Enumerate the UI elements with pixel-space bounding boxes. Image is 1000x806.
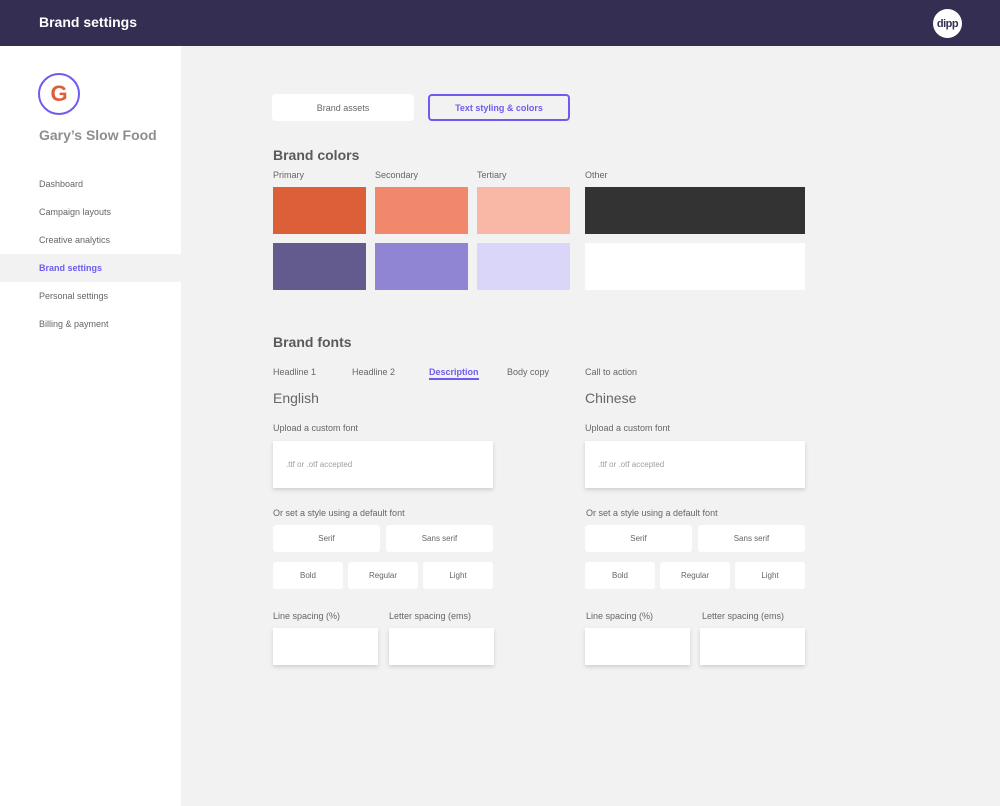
dipp-logo-icon[interactable]: dipp — [933, 9, 962, 38]
chinese-default-font-label: Or set a style using a default font — [586, 508, 718, 518]
tab-text-styling-colors[interactable]: Text styling & colors — [428, 94, 570, 121]
chinese-serif-button[interactable]: Serif — [585, 525, 692, 552]
swatch-tertiary-2[interactable] — [477, 243, 570, 290]
font-tab-headline-1[interactable]: Headline 1 — [273, 367, 316, 377]
chinese-bold-button[interactable]: Bold — [585, 562, 655, 589]
english-sans-serif-button[interactable]: Sans serif — [386, 525, 493, 552]
color-label-other: Other — [585, 170, 608, 180]
english-line-spacing-input[interactable] — [273, 628, 378, 665]
english-light-button[interactable]: Light — [423, 562, 493, 589]
sidebar-item-dashboard[interactable]: Dashboard — [0, 170, 181, 198]
company-name: Gary’s Slow Food — [39, 127, 157, 143]
sidebar: G Gary’s Slow Food Dashboard Campaign la… — [0, 46, 181, 806]
chinese-letter-spacing-input[interactable] — [700, 628, 805, 665]
font-tab-call-to-action[interactable]: Call to action — [585, 367, 637, 377]
english-upload-font-input[interactable]: .ttf or .otf accepted — [273, 441, 493, 488]
swatch-primary-2[interactable] — [273, 243, 366, 290]
sidebar-nav: Dashboard Campaign layouts Creative anal… — [0, 170, 181, 338]
chinese-upload-font-input[interactable]: .ttf or .otf accepted — [585, 441, 805, 488]
main-content: Brand assets Text styling & colors Brand… — [181, 46, 1000, 806]
font-tab-headline-2[interactable]: Headline 2 — [352, 367, 395, 377]
english-bold-button[interactable]: Bold — [273, 562, 343, 589]
chinese-line-spacing-label: Line spacing (%) — [586, 611, 654, 621]
english-default-font-label: Or set a style using a default font — [273, 508, 405, 518]
company-logo-icon: G — [50, 81, 68, 106]
english-upload-label: Upload a custom font — [273, 423, 359, 433]
brand-fonts-title: Brand fonts — [273, 334, 352, 350]
sidebar-item-campaign-layouts[interactable]: Campaign layouts — [0, 198, 181, 226]
brand-colors-title: Brand colors — [273, 147, 360, 163]
top-bar: Brand settings dipp — [0, 0, 1000, 46]
english-letter-spacing-input[interactable] — [389, 628, 494, 665]
sidebar-item-brand-settings[interactable]: Brand settings — [0, 254, 181, 282]
swatch-other-2[interactable] — [585, 243, 805, 290]
page-title: Brand settings — [39, 14, 138, 30]
color-label-primary: Primary — [273, 170, 304, 180]
sidebar-item-personal-settings[interactable]: Personal settings — [0, 282, 181, 310]
color-label-tertiary: Tertiary — [477, 170, 507, 180]
company-logo: G — [38, 73, 80, 115]
chinese-upload-label: Upload a custom font — [585, 423, 671, 433]
chinese-title: Chinese — [585, 390, 637, 406]
chinese-line-spacing-input[interactable] — [585, 628, 690, 665]
swatch-secondary-2[interactable] — [375, 243, 468, 290]
font-tab-description[interactable]: Description — [429, 367, 479, 380]
swatch-primary-1[interactable] — [273, 187, 366, 234]
english-title: English — [273, 390, 319, 406]
english-serif-button[interactable]: Serif — [273, 525, 380, 552]
chinese-sans-serif-button[interactable]: Sans serif — [698, 525, 805, 552]
chinese-regular-button[interactable]: Regular — [660, 562, 730, 589]
sidebar-item-creative-analytics[interactable]: Creative analytics — [0, 226, 181, 254]
tab-brand-assets[interactable]: Brand assets — [272, 94, 414, 121]
english-line-spacing-label: Line spacing (%) — [273, 611, 341, 621]
swatch-secondary-1[interactable] — [375, 187, 468, 234]
english-letter-spacing-label: Letter spacing (ems) — [389, 611, 472, 621]
font-tab-body-copy[interactable]: Body copy — [507, 367, 549, 377]
swatch-tertiary-1[interactable] — [477, 187, 570, 234]
swatch-other-1[interactable] — [585, 187, 805, 234]
chinese-light-button[interactable]: Light — [735, 562, 805, 589]
sidebar-item-billing-payment[interactable]: Billing & payment — [0, 310, 181, 338]
chinese-letter-spacing-label: Letter spacing (ems) — [702, 611, 785, 621]
english-regular-button[interactable]: Regular — [348, 562, 418, 589]
color-label-secondary: Secondary — [375, 170, 419, 180]
